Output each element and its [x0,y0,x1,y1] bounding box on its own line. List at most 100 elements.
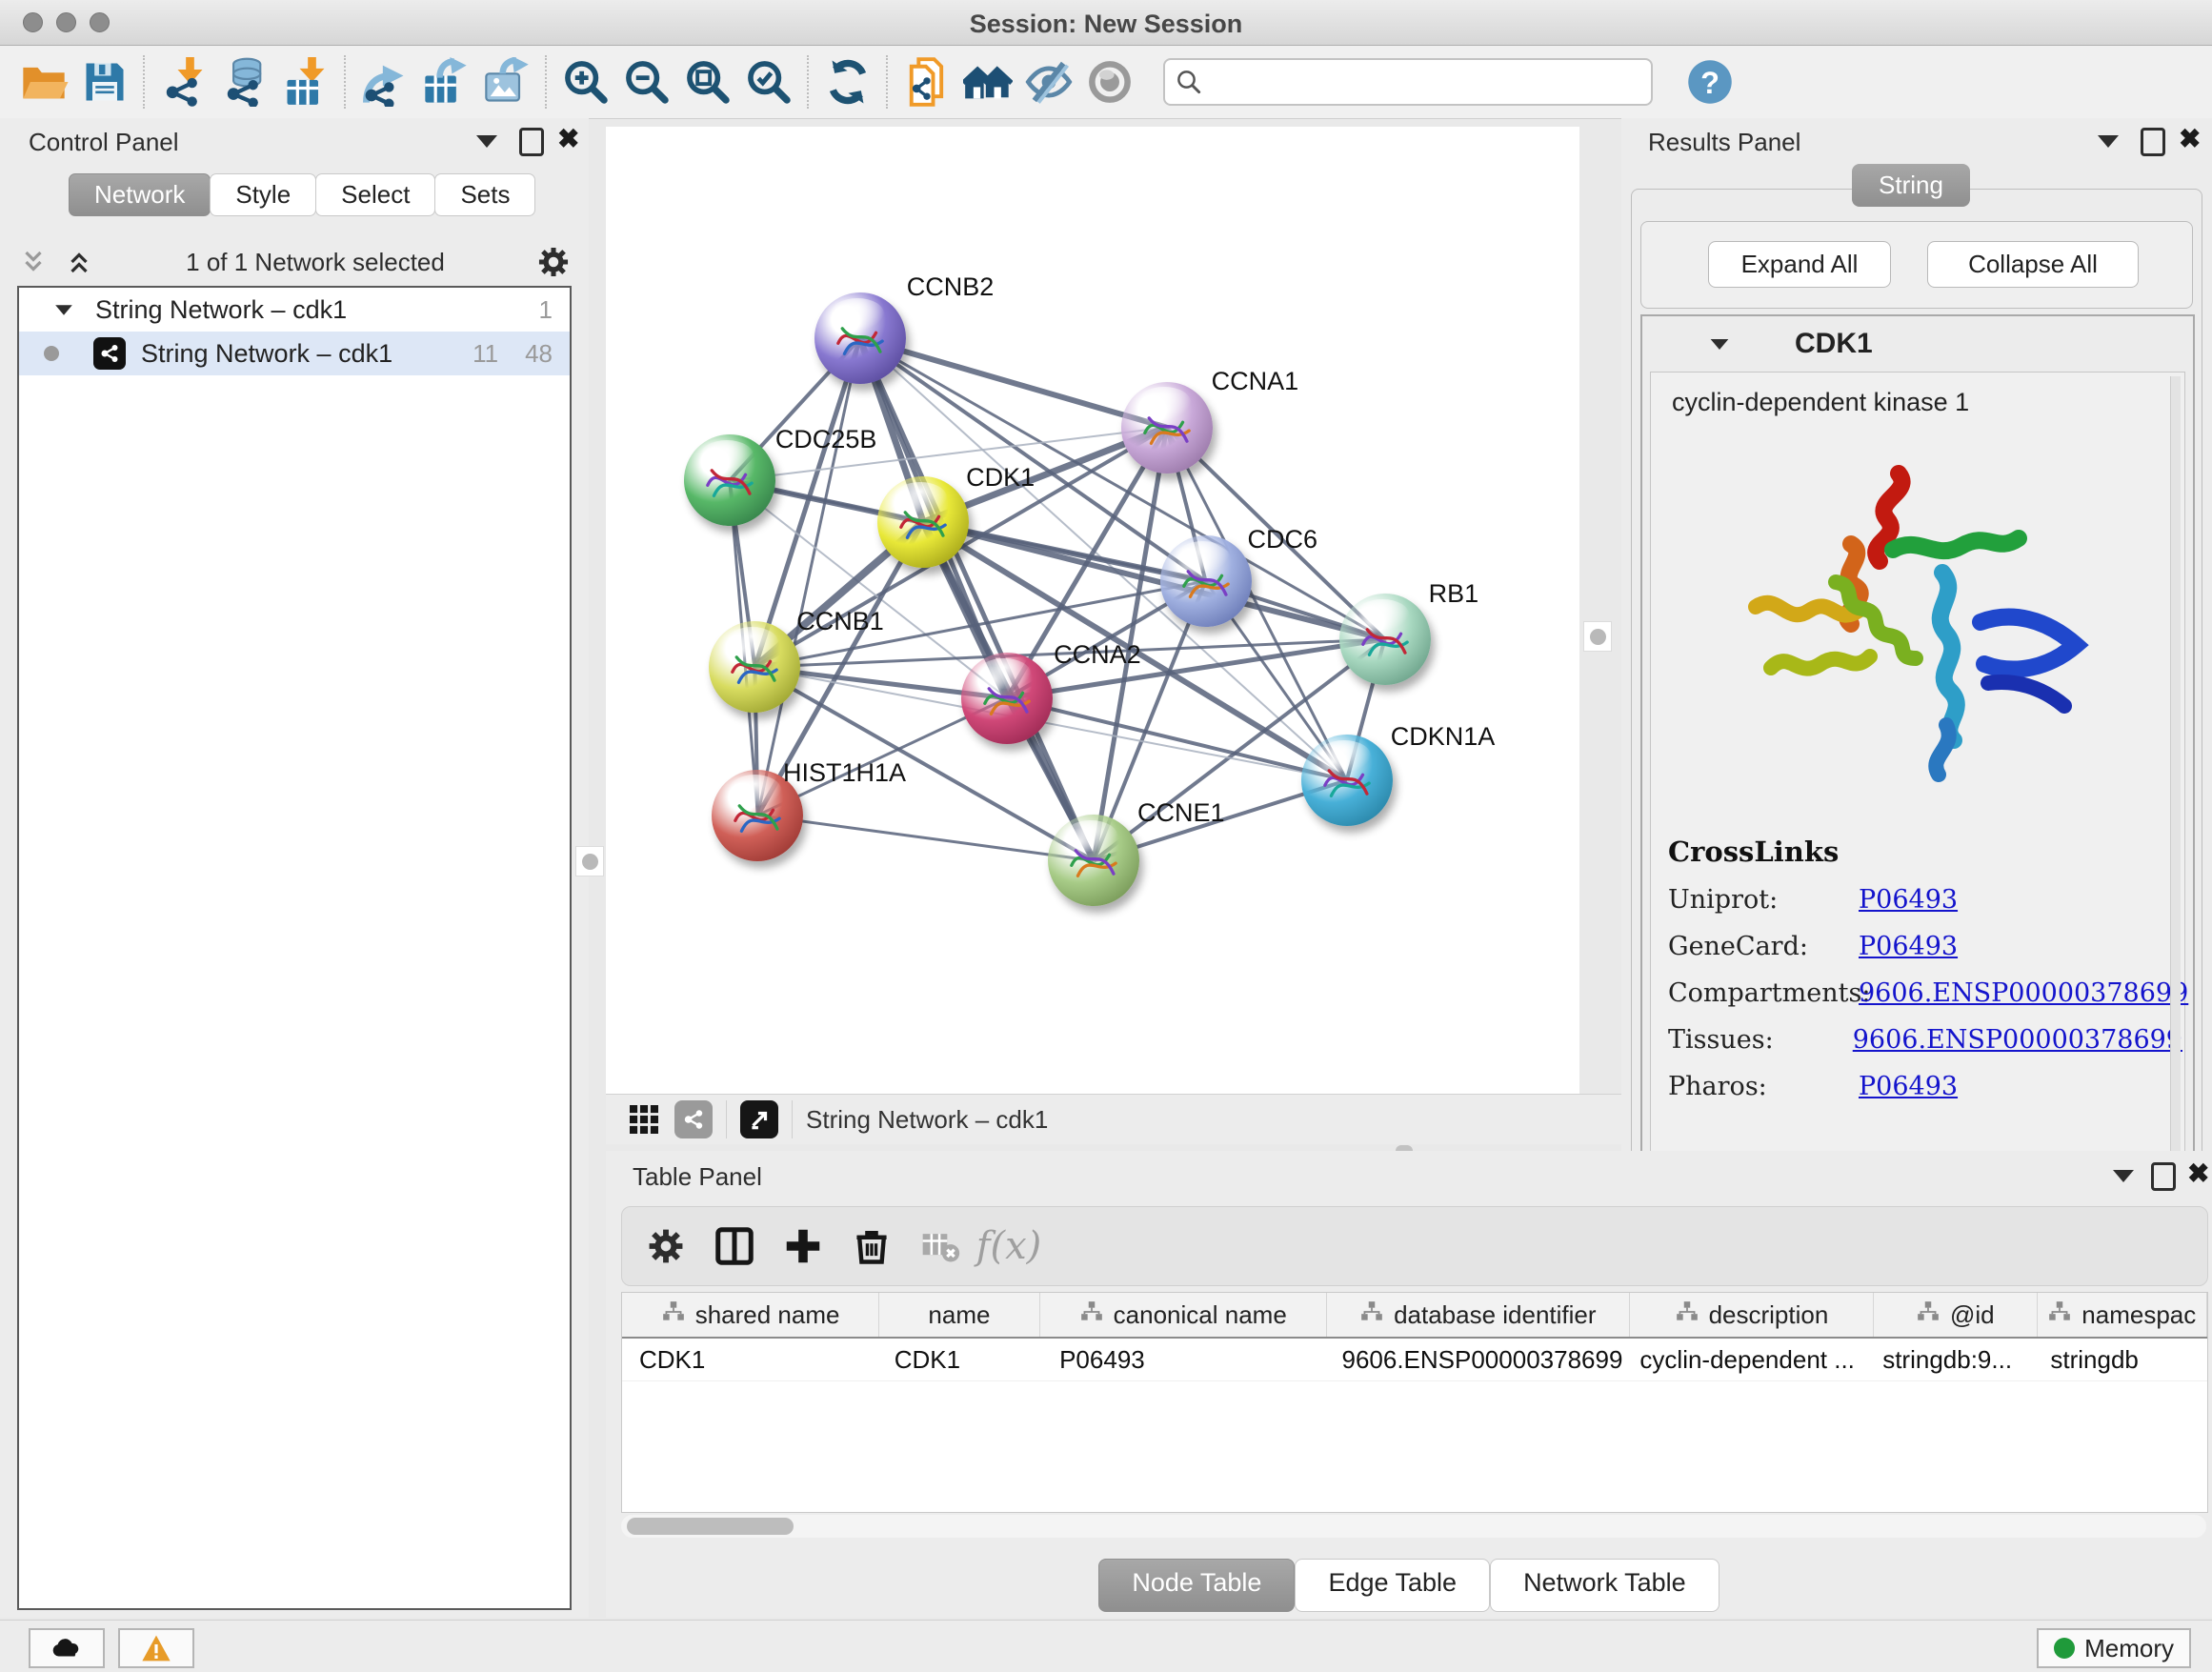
table-cell[interactable]: 9606.ENSP00000378699 [1324,1339,1622,1380]
search-box[interactable] [1163,58,1653,106]
delete-column-trash-icon[interactable] [837,1213,906,1279]
results-scrollbar[interactable] [2170,376,2181,1167]
cloud-button[interactable] [29,1628,105,1668]
table-cell[interactable]: cyclin-dependent ... [1622,1339,1865,1380]
right-splitter-handle[interactable] [1583,621,1612,652]
network-node-ccnb2[interactable] [814,292,906,384]
table-settings-gear-icon[interactable] [632,1213,700,1279]
crosslink-link[interactable]: P06493 [1859,885,1958,915]
tab-string[interactable]: String [1852,164,1970,207]
table-row[interactable]: CDK1CDK1P064939606.ENSP00000378699cyclin… [622,1339,2207,1381]
zoom-selected-button[interactable] [738,52,799,111]
import-network-database-button[interactable] [214,52,275,111]
column-header-description[interactable]: description [1630,1293,1874,1337]
function-builder-icon[interactable]: f(x) [975,1213,1043,1279]
table-cell[interactable]: CDK1 [877,1339,1042,1380]
network-collection-row[interactable]: String Network – cdk1 1 [19,288,570,332]
open-in-window-icon[interactable] [740,1100,778,1138]
expand-all-button[interactable]: Expand All [1708,241,1891,288]
network-canvas[interactable]: CCNB2CCNA1CDC25BCDK1CDC6RB1CCNB1CCNA2CDK… [606,127,1579,1094]
gene-collapse-icon[interactable] [1711,338,1729,349]
import-network-file-button[interactable] [153,52,214,111]
zoom-in-button[interactable] [555,52,616,111]
show-all-button[interactable] [1079,52,1140,111]
new-network-from-selection-button[interactable] [896,52,957,111]
network-row[interactable]: String Network – cdk1 11 48 [19,332,570,375]
column-header-database-identifier[interactable]: database identifier [1327,1293,1630,1337]
network-node-ccna1[interactable] [1121,382,1213,473]
export-image-button[interactable] [476,52,537,111]
share-view-icon[interactable] [674,1100,713,1138]
network-node-rb1[interactable] [1339,594,1431,685]
crosslink-link[interactable]: 9606.ENSP00000378699 [1859,978,2188,1008]
table-hscrollbar[interactable] [621,1515,2206,1538]
column-header-canonical-name[interactable]: canonical name [1040,1293,1327,1337]
panel-float-icon[interactable] [2151,1162,2176,1191]
network-node-ccna2[interactable] [961,653,1053,744]
network-edge[interactable] [757,816,1094,861]
help-button[interactable]: ? [1679,52,1740,111]
network-edge[interactable] [757,338,859,815]
tab-sets[interactable]: Sets [434,173,535,216]
zoom-out-button[interactable] [616,52,677,111]
network-node-cdkn1a[interactable] [1301,735,1393,826]
panel-close-icon[interactable]: ✖ [557,126,579,152]
collapse-all-icon[interactable] [17,248,50,276]
column-header-shared-name[interactable]: shared name [622,1293,879,1337]
crosslinks-heading: CrossLinks [1668,836,2182,868]
tab-network-table[interactable]: Network Table [1490,1559,1719,1612]
memory-button[interactable]: Memory [2037,1628,2191,1668]
hide-selected-button[interactable] [1018,52,1079,111]
table-toolbar: f(x) [621,1206,2208,1286]
collapse-all-button[interactable]: Collapse All [1927,241,2139,288]
home-button[interactable] [957,52,1018,111]
network-edge[interactable] [860,338,1167,427]
crosslink-link[interactable]: P06493 [1859,1072,1958,1101]
open-session-button[interactable] [13,52,74,111]
save-session-button[interactable] [74,52,135,111]
column-header-namespac[interactable]: namespac [2038,1293,2207,1337]
gene-header[interactable]: CDK1 [1642,316,2193,372]
expand-all-icon[interactable] [63,248,95,276]
network-node-cdk1[interactable] [877,476,969,568]
tab-edge-table[interactable]: Edge Table [1295,1559,1490,1612]
panel-float-icon[interactable] [519,128,544,156]
column-header--id[interactable]: @id [1874,1293,2037,1337]
export-network-button[interactable] [354,52,415,111]
panel-float-icon[interactable] [2141,128,2165,156]
tab-node-table[interactable]: Node Table [1098,1559,1295,1612]
search-input[interactable] [1203,68,1617,97]
column-header-name[interactable]: name [879,1293,1040,1337]
tab-network[interactable]: Network [69,173,211,216]
crosslink-link[interactable]: 9606.ENSP00000378699 [1853,1025,2182,1055]
delete-table-icon[interactable] [906,1213,975,1279]
refresh-view-button[interactable] [817,52,878,111]
table-hscroll-thumb[interactable] [627,1518,794,1535]
left-splitter-handle[interactable] [575,846,604,876]
zoom-fit-button[interactable] [677,52,738,111]
table-cell[interactable]: stringdb [2033,1339,2207,1380]
table-cell[interactable]: stringdb:9... [1865,1339,2033,1380]
network-node-ccne1[interactable] [1048,815,1139,906]
table-cell[interactable]: CDK1 [622,1339,877,1380]
table-cell[interactable]: P06493 [1042,1339,1324,1380]
panel-menu-icon[interactable] [2113,1170,2134,1182]
node-table[interactable]: shared namenamecanonical namedatabase id… [621,1292,2208,1513]
network-node-cdc6[interactable] [1160,535,1252,627]
panel-close-icon[interactable]: ✖ [2187,1160,2209,1187]
tab-select[interactable]: Select [315,173,435,216]
crosslink-link[interactable]: P06493 [1859,932,1958,961]
gear-icon[interactable] [535,244,572,280]
warning-button[interactable] [118,1628,194,1668]
import-table-file-button[interactable] [275,52,336,111]
panel-menu-icon[interactable] [2098,135,2119,148]
tab-style[interactable]: Style [210,173,316,216]
panel-close-icon[interactable]: ✖ [2179,126,2201,152]
export-table-button[interactable] [415,52,476,111]
collection-collapse-icon[interactable] [55,305,72,314]
network-node-cdc25b[interactable] [684,434,775,526]
add-column-plus-icon[interactable] [769,1213,837,1279]
panel-menu-icon[interactable] [476,135,497,148]
grid-view-icon[interactable] [621,1090,667,1149]
show-columns-icon[interactable] [700,1213,769,1279]
